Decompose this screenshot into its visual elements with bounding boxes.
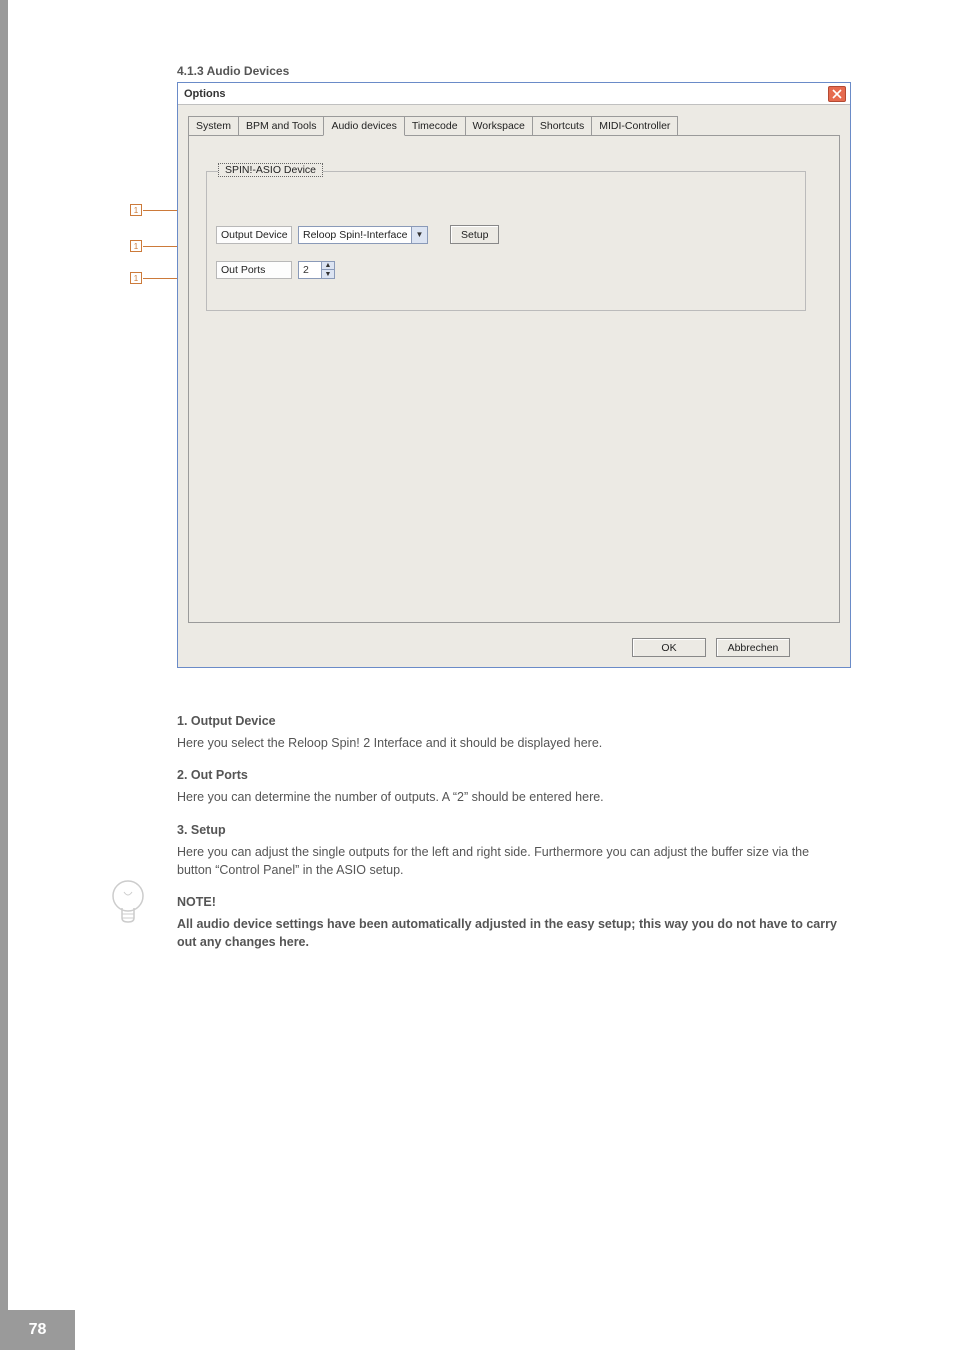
output-device-row: Output Device Reloop Spin!-Interface ▼ S… — [216, 225, 499, 244]
options-dialog: Options System BPM and Tools Audio devic… — [177, 82, 851, 668]
dialog-buttons: OK Abbrechen — [632, 638, 790, 657]
spinner-down-icon[interactable]: ▼ — [322, 270, 334, 278]
spinner-up-icon[interactable]: ▲ — [322, 262, 334, 270]
output-device-label: Output Device — [216, 226, 292, 244]
output-device-value: Reloop Spin!-Interface — [303, 229, 407, 241]
page-content: 4.1.3 Audio Devices 1 1 1 Options System… — [70, 0, 954, 1350]
output-device-dropdown[interactable]: Reloop Spin!-Interface ▼ — [298, 226, 428, 244]
note-heading: NOTE! — [177, 893, 847, 911]
tab-audio-devices[interactable]: Audio devices — [323, 116, 404, 136]
tabstrip: System BPM and Tools Audio devices Timec… — [188, 115, 677, 135]
para-output-device: Here you select the Reloop Spin! 2 Inter… — [177, 734, 847, 752]
side-stripe — [0, 0, 8, 1350]
callout-2: 1 — [130, 240, 142, 252]
page-number: 78 — [0, 1310, 75, 1350]
tab-system[interactable]: System — [188, 116, 239, 135]
callout-3: 1 — [130, 272, 142, 284]
dialog-titlebar[interactable]: Options — [178, 83, 850, 105]
para-out-ports: Here you can determine the number of out… — [177, 788, 847, 806]
tab-timecode[interactable]: Timecode — [404, 116, 466, 135]
dialog-title: Options — [184, 88, 226, 100]
tab-bpm-tools[interactable]: BPM and Tools — [238, 116, 324, 135]
cancel-button[interactable]: Abbrechen — [716, 638, 790, 657]
out-ports-row: Out Ports 2 ▲ ▼ — [216, 261, 335, 279]
body-text: 1. Output Device Here you select the Rel… — [177, 698, 847, 955]
tab-midi-controller[interactable]: MIDI-Controller — [591, 116, 678, 135]
heading-output-device: 1. Output Device — [177, 712, 847, 730]
out-ports-spinner[interactable]: 2 ▲ ▼ — [298, 261, 335, 279]
chevron-down-icon: ▼ — [411, 227, 427, 243]
out-ports-label: Out Ports — [216, 261, 292, 279]
heading-setup: 3. Setup — [177, 821, 847, 839]
close-icon — [832, 89, 842, 99]
tab-shortcuts[interactable]: Shortcuts — [532, 116, 592, 135]
lightbulb-icon — [110, 878, 146, 934]
close-button[interactable] — [828, 86, 846, 102]
ok-button[interactable]: OK — [632, 638, 706, 657]
note-body: All audio device settings have been auto… — [177, 915, 847, 951]
tab-workspace[interactable]: Workspace — [465, 116, 533, 135]
spinner-buttons[interactable]: ▲ ▼ — [322, 261, 335, 279]
dialog-body: System BPM and Tools Audio devices Timec… — [178, 105, 850, 667]
heading-out-ports: 2. Out Ports — [177, 766, 847, 784]
section-heading: 4.1.3 Audio Devices — [177, 64, 289, 78]
asio-groupbox-label: SPIN!-ASIO Device — [218, 163, 323, 177]
out-ports-value: 2 — [298, 261, 322, 279]
callout-1: 1 — [130, 204, 142, 216]
setup-button[interactable]: Setup — [450, 225, 499, 244]
para-setup: Here you can adjust the single outputs f… — [177, 843, 847, 879]
